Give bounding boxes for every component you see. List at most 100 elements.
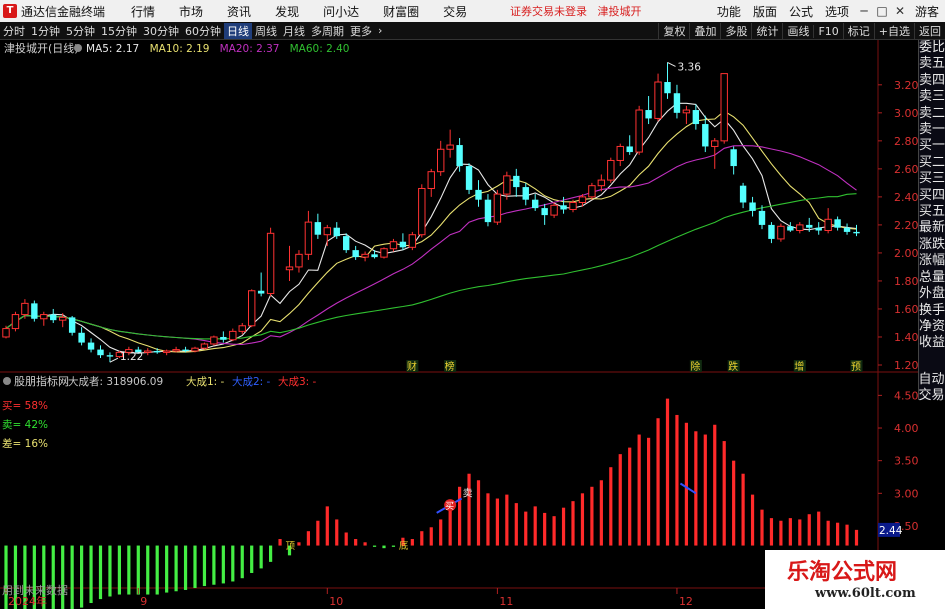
side-item[interactable]: 外盘: [919, 286, 945, 302]
candle-body-down: [50, 314, 57, 321]
candle-body-down: [673, 93, 681, 113]
menu-item-wealth[interactable]: 财富圈: [371, 3, 431, 20]
side-item[interactable]: 净资: [919, 319, 945, 335]
side-item[interactable]: 涨幅: [919, 253, 945, 269]
side-item[interactable]: 最新: [919, 220, 945, 236]
side-item[interactable]: 收益: [919, 335, 945, 351]
side-item[interactable]: 卖四: [919, 73, 945, 89]
btn-multi-stock[interactable]: 多股: [720, 23, 751, 39]
btn-restore-rights[interactable]: 复权: [658, 23, 689, 39]
bar-down: [212, 545, 216, 585]
watermark-url: www.60lt.com: [815, 586, 916, 601]
candle-body-up: [200, 343, 209, 349]
period-monthly[interactable]: 月线: [280, 23, 308, 39]
menu-item-market[interactable]: 行情: [119, 3, 167, 20]
side-item[interactable]: 买一: [919, 138, 945, 154]
side-item[interactable]: 买五: [919, 204, 945, 220]
stock-chart[interactable]: 1.20 1.40 1.60 1.80 2.00 2.20 2.40 2.60 2.80 3.00…: [0, 40, 918, 609]
indicator-signal-line: [679, 482, 697, 495]
price-tick-label: 2.40: [894, 191, 918, 204]
event-marker: 预: [851, 361, 861, 373]
more-chevron-icon[interactable]: ›: [375, 24, 385, 37]
xaxis-label: 10: [329, 595, 343, 608]
candle-body-up: [437, 148, 445, 173]
bar-down: [269, 545, 273, 562]
side-item[interactable]: 总量: [919, 270, 945, 286]
candle-body-down: [182, 349, 189, 351]
minimize-icon[interactable]: ─: [855, 4, 873, 18]
side-item[interactable]: 卖五: [919, 56, 945, 72]
bar-up: [836, 522, 840, 546]
period-daily[interactable]: 日线: [224, 22, 252, 39]
bar-up: [769, 518, 774, 546]
bar-up: [363, 542, 367, 546]
period-multi[interactable]: 多周期: [308, 23, 347, 39]
side-item[interactable]: 换手: [919, 303, 945, 319]
indicator-gear-icon: [3, 377, 11, 385]
bar-up: [854, 529, 859, 546]
event-marker: 增: [794, 360, 804, 373]
menu-item-discover[interactable]: 发现: [263, 3, 311, 20]
candle-body-down: [484, 199, 492, 223]
event-marker: 除: [690, 360, 700, 373]
price-tick-label: 1.20: [894, 359, 918, 372]
indicator-side-stat: 差= 16%: [2, 437, 48, 450]
candle-body-up: [711, 140, 719, 147]
bar-up: [561, 507, 566, 546]
menu-function[interactable]: 功能: [711, 3, 747, 20]
period-15min[interactable]: 15分钟: [98, 23, 140, 39]
menu-options[interactable]: 选项: [819, 3, 855, 20]
bar-down: [98, 545, 103, 600]
bar-up: [571, 501, 575, 546]
price-tick-label: 1.40: [894, 331, 918, 344]
period-30min[interactable]: 30分钟: [140, 23, 182, 39]
candle-body-up: [408, 234, 417, 248]
side-item[interactable]: 买二: [919, 155, 945, 171]
period-5min[interactable]: 5分钟: [63, 23, 98, 39]
menu-item-news[interactable]: 资讯: [215, 3, 263, 20]
menu-formula[interactable]: 公式: [783, 3, 819, 20]
close-icon[interactable]: ✕: [891, 4, 909, 18]
side-item[interactable]: 买三: [919, 171, 945, 187]
candle-body-up: [588, 185, 596, 198]
period-more[interactable]: 更多: [347, 23, 375, 39]
side-item[interactable]: 卖二: [919, 106, 945, 122]
side-item[interactable]: 涨跌: [919, 237, 945, 253]
maximize-icon[interactable]: □: [873, 4, 891, 18]
side-item-trade[interactable]: 交易: [918, 388, 944, 404]
side-item[interactable]: 卖一: [919, 122, 945, 138]
candle-body-up: [616, 145, 624, 161]
menu-layout[interactable]: 版面: [747, 3, 783, 20]
bar-up: [297, 542, 301, 546]
btn-stats[interactable]: 统计: [751, 23, 782, 39]
btn-f10[interactable]: F10: [813, 24, 842, 38]
side-item[interactable]: 买四: [919, 188, 945, 204]
notice-text[interactable]: 证券交易未登录: [510, 5, 587, 18]
side-item[interactable]: 委比: [919, 40, 945, 56]
bar-up: [429, 527, 433, 546]
candle-body-down: [787, 226, 794, 231]
candle-body-down: [834, 219, 841, 228]
side-item-auto[interactable]: 自动: [918, 372, 944, 388]
period-tick[interactable]: 分时: [0, 23, 28, 39]
candle-body-up: [191, 347, 199, 352]
btn-add-watchlist[interactable]: +自选: [873, 23, 914, 39]
menu-item-ask[interactable]: 问小达: [311, 3, 371, 20]
btn-mark[interactable]: 标记: [842, 23, 874, 39]
menu-item-markets[interactable]: 市场: [167, 3, 215, 20]
menu-item-trade[interactable]: 交易: [431, 3, 479, 20]
bar-up: [788, 518, 792, 546]
btn-overlay[interactable]: 叠加: [689, 23, 720, 39]
btn-back[interactable]: 返回: [914, 23, 945, 39]
side-item[interactable]: 卖三: [919, 89, 945, 105]
candle-body-down: [106, 355, 114, 357]
guest-label[interactable]: 游客: [909, 3, 945, 20]
period-weekly[interactable]: 周线: [252, 23, 280, 39]
candle-body-down: [31, 303, 38, 319]
period-1min[interactable]: 1分钟: [28, 23, 63, 39]
btn-draw[interactable]: 画线: [782, 23, 813, 39]
main-menu: 行情 市场 资讯 发现 问小达 财富圈 交易: [119, 3, 479, 20]
period-60min[interactable]: 60分钟: [182, 23, 224, 39]
candle-body-up: [210, 336, 218, 345]
candle-body-up: [361, 253, 369, 258]
